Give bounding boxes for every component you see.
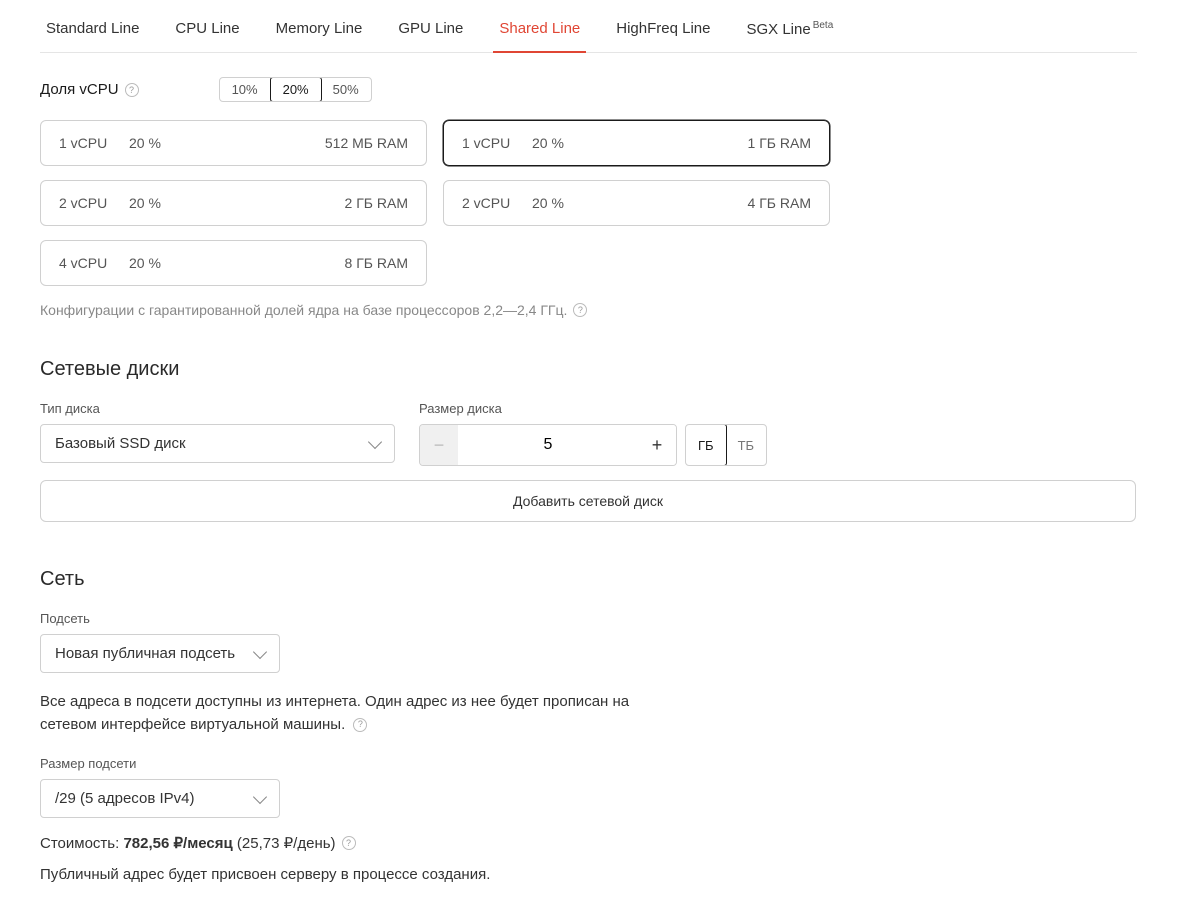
config-pct: 20 %: [129, 255, 345, 271]
vcpu-share-50[interactable]: 50%: [321, 78, 371, 101]
subnet-hint: Все адреса в подсети доступны из интерне…: [40, 691, 640, 736]
cost-prefix: Стоимость:: [40, 835, 123, 852]
vcpu-share-label: Доля vCPU ?: [40, 81, 139, 98]
disk-size-input[interactable]: [458, 425, 638, 465]
config-card[interactable]: 2 vCPU 20 % 4 ГБ RAM: [443, 180, 830, 226]
cost-line: Стоимость: 782,56 ₽/месяц (25,73 ₽/день)…: [40, 834, 1137, 852]
config-cpu: 2 vCPU: [462, 195, 532, 211]
vcpu-share-label-text: Доля vCPU: [40, 81, 119, 98]
config-ram: 512 МБ RAM: [325, 135, 408, 151]
config-card[interactable]: 2 vCPU 20 % 2 ГБ RAM: [40, 180, 427, 226]
help-icon[interactable]: ?: [353, 718, 367, 732]
disks-heading: Сетевые диски: [40, 358, 1137, 381]
config-cpu: 1 vCPU: [462, 135, 532, 151]
chevron-down-icon: [368, 434, 382, 448]
config-card[interactable]: 1 vCPU 20 % 512 МБ RAM: [40, 120, 427, 166]
config-ram: 1 ГБ RAM: [748, 135, 811, 151]
disk-type-select[interactable]: Базовый SSD диск: [40, 424, 395, 463]
product-line-tabs: Standard Line CPU Line Memory Line GPU L…: [40, 20, 1137, 53]
tab-highfreq-line[interactable]: HighFreq Line: [610, 20, 716, 52]
subnet-select[interactable]: Новая публичная подсеть: [40, 634, 280, 673]
help-icon[interactable]: ?: [125, 83, 139, 97]
subnet-size-label: Размер подсети: [40, 756, 1137, 771]
config-grid: 1 vCPU 20 % 512 МБ RAM 1 vCPU 20 % 1 ГБ …: [40, 120, 830, 286]
config-pct: 20 %: [129, 135, 325, 151]
chevron-down-icon: [253, 644, 267, 658]
increment-button[interactable]: +: [638, 425, 676, 465]
config-ram: 4 ГБ RAM: [748, 195, 811, 211]
unit-tb[interactable]: ТБ: [726, 425, 766, 465]
cost-value: 782,56 ₽/месяц: [123, 835, 232, 852]
disk-type-label: Тип диска: [40, 401, 395, 416]
vcpu-share-segmented: 10% 20% 50%: [219, 77, 372, 102]
tab-memory-line[interactable]: Memory Line: [270, 20, 369, 52]
disk-unit-segmented: ГБ ТБ: [685, 424, 767, 466]
subnet-size-select[interactable]: /29 (5 адресов IPv4): [40, 779, 280, 818]
config-pct: 20 %: [532, 195, 748, 211]
config-cpu: 4 vCPU: [59, 255, 129, 271]
beta-badge: Beta: [813, 20, 834, 31]
disk-size-label: Размер диска: [419, 401, 767, 416]
help-icon[interactable]: ?: [342, 836, 356, 850]
cost-day: (25,73 ₽/день): [233, 835, 336, 852]
config-hint-text: Конфигурации с гарантированной долей ядр…: [40, 302, 567, 318]
public-ip-note: Публичный адрес будет присвоен серверу в…: [40, 866, 1137, 883]
subnet-value: Новая публичная подсеть: [55, 645, 235, 662]
tab-sgx-line[interactable]: SGX LineBeta: [740, 20, 839, 52]
tab-standard-line[interactable]: Standard Line: [40, 20, 145, 52]
config-ram: 2 ГБ RAM: [345, 195, 408, 211]
tab-cpu-line[interactable]: CPU Line: [169, 20, 245, 52]
unit-gb[interactable]: ГБ: [685, 424, 727, 466]
tab-sgx-label: SGX Line: [746, 21, 810, 38]
config-cpu: 1 vCPU: [59, 135, 129, 151]
add-disk-button[interactable]: Добавить сетевой диск: [40, 480, 1136, 522]
tab-gpu-line[interactable]: GPU Line: [392, 20, 469, 52]
network-heading: Сеть: [40, 568, 1137, 591]
config-ram: 8 ГБ RAM: [345, 255, 408, 271]
config-card[interactable]: 1 vCPU 20 % 1 ГБ RAM: [443, 120, 830, 166]
config-hint: Конфигурации с гарантированной долей ядр…: [40, 302, 1137, 318]
config-card[interactable]: 4 vCPU 20 % 8 ГБ RAM: [40, 240, 427, 286]
subnet-hint-text: Все адреса в подсети доступны из интерне…: [40, 693, 629, 733]
config-pct: 20 %: [129, 195, 345, 211]
chevron-down-icon: [253, 789, 267, 803]
decrement-button[interactable]: −: [420, 425, 458, 465]
disk-size-stepper: − +: [419, 424, 677, 466]
subnet-size-value: /29 (5 адресов IPv4): [55, 790, 194, 807]
config-cpu: 2 vCPU: [59, 195, 129, 211]
tab-shared-line[interactable]: Shared Line: [493, 20, 586, 52]
disk-type-value: Базовый SSD диск: [55, 435, 186, 452]
help-icon[interactable]: ?: [573, 303, 587, 317]
config-pct: 20 %: [532, 135, 748, 151]
subnet-label: Подсеть: [40, 611, 1137, 626]
vcpu-share-20[interactable]: 20%: [270, 77, 322, 102]
vcpu-share-10[interactable]: 10%: [220, 78, 271, 101]
